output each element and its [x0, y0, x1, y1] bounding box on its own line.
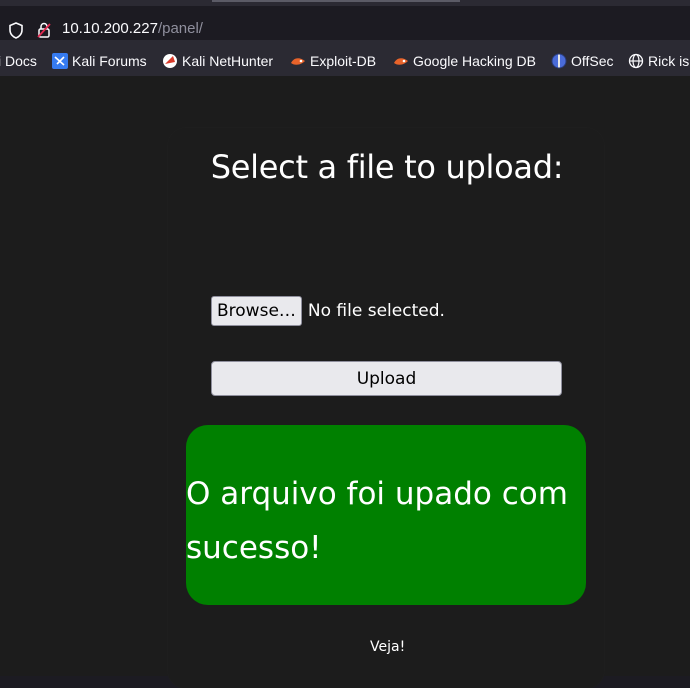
kali-nethunter-icon: [162, 53, 178, 69]
upload-button[interactable]: Upload: [211, 361, 562, 396]
bookmark-kali-nethunter[interactable]: Kali NetHunter: [162, 52, 273, 70]
tab-indicator: [212, 0, 460, 2]
success-message: O arquivo foi upado com sucesso!: [186, 476, 568, 566]
file-input[interactable]: Browse… No file selected.: [211, 296, 445, 326]
bookmark-label: Kali NetHunter: [182, 53, 274, 69]
url-bar: 10.10.200.227/panel/: [0, 0, 690, 46]
offsec-icon: [551, 53, 567, 69]
url-text[interactable]: 10.10.200.227/panel/: [62, 20, 203, 37]
bookmarks-toolbar: i Docs Kali Forums Kali NetHunter Exploi…: [0, 46, 690, 76]
bookmark-rick[interactable]: Rick is: [628, 52, 689, 70]
bookmark-label: Rick is: [648, 53, 690, 69]
success-message-box: O arquivo foi upado com sucesso!: [186, 425, 586, 605]
exploit-db-icon: [290, 53, 306, 69]
bookmark-google-hacking-db[interactable]: Google Hacking DB: [393, 52, 536, 70]
bookmark-exploit-db[interactable]: Exploit-DB: [290, 52, 376, 70]
footer-link: Veja!: [370, 639, 406, 655]
bookmark-label: Kali Forums: [72, 53, 147, 69]
globe-icon: [628, 53, 644, 69]
file-status: No file selected.: [307, 301, 445, 321]
bookmark-label: Exploit-DB: [310, 53, 377, 69]
url-host: 10.10.200.227: [62, 20, 158, 37]
ghdb-icon: [393, 53, 409, 69]
browse-button[interactable]: Browse…: [211, 296, 302, 326]
page-heading: Select a file to upload:: [210, 148, 564, 186]
kali-forums-icon: [52, 53, 68, 69]
insecure-lock-icon[interactable]: [36, 21, 52, 43]
bookmark-label: i Docs: [0, 53, 37, 69]
address-field[interactable]: 10.10.200.227/panel/: [0, 6, 690, 40]
bookmark-kali-forums[interactable]: Kali Forums: [52, 52, 147, 70]
tracking-shield-icon[interactable]: [8, 22, 24, 43]
url-path: /panel/: [157, 20, 203, 37]
bookmark-kali-docs[interactable]: i Docs: [0, 52, 37, 70]
bookmark-label: Google Hacking DB: [413, 53, 536, 69]
bookmark-offsec[interactable]: OffSec: [551, 52, 614, 70]
bookmark-label: OffSec: [571, 53, 614, 69]
